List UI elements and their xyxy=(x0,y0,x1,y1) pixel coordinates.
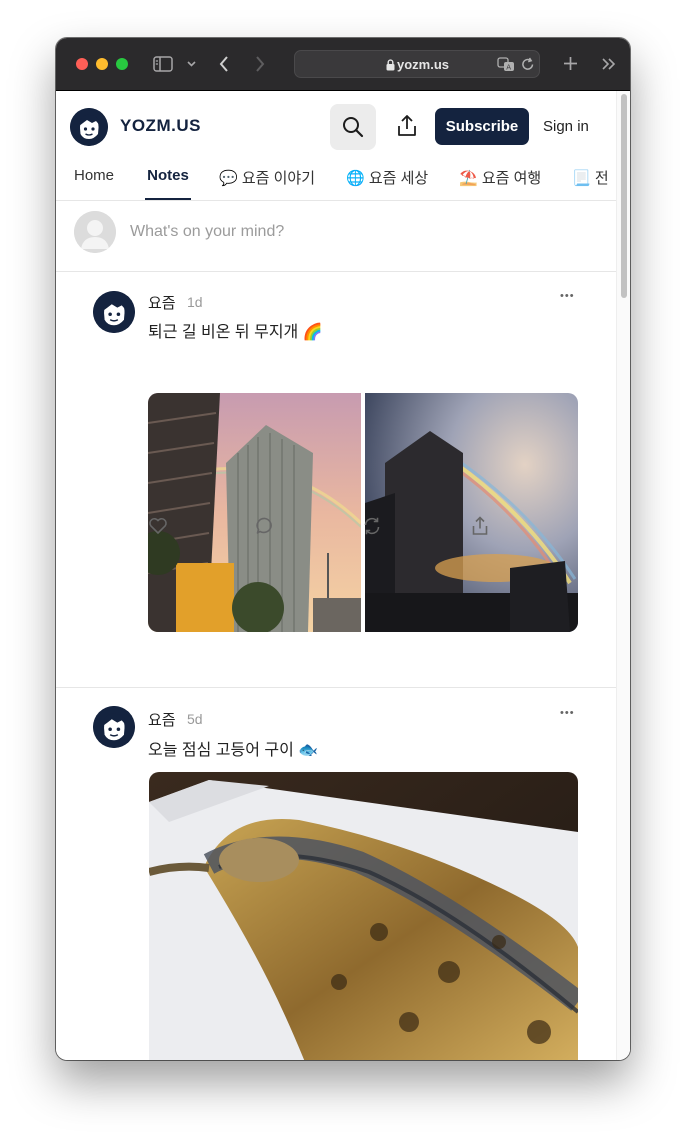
search-button[interactable] xyxy=(330,104,376,150)
note-image-grilled-mackerel[interactable] xyxy=(149,772,578,1060)
tab-notes[interactable]: Notes xyxy=(145,167,191,200)
author-avatar[interactable] xyxy=(93,706,135,748)
note-author[interactable]: 요즘 xyxy=(148,709,176,730)
new-tab-icon[interactable] xyxy=(563,56,578,71)
logo-avatar[interactable] xyxy=(70,108,108,146)
like-icon[interactable] xyxy=(148,516,168,536)
note-timestamp[interactable]: 5d xyxy=(187,711,203,727)
sidebar-icon[interactable] xyxy=(153,56,173,72)
close-window-button[interactable] xyxy=(76,58,88,70)
page-icon: 📃 xyxy=(572,170,591,187)
tab-yozm-world[interactable]: 🌐 요즘 세상 xyxy=(346,167,428,200)
tab-home[interactable]: Home xyxy=(74,167,114,200)
share-icon[interactable] xyxy=(470,516,490,536)
page-scrollbar[interactable] xyxy=(616,91,630,1060)
search-icon xyxy=(343,117,364,138)
browser-window: yozm.us A YOZM.US Subscribe Sign in Home… xyxy=(56,38,630,1060)
share-icon xyxy=(398,115,416,136)
speech-bubble-icon: 💬 xyxy=(219,170,238,187)
note-item: 요즘 1d ••• 퇴근 길 비온 뒤 무지개 🌈 xyxy=(56,272,616,669)
sign-in-link[interactable]: Sign in xyxy=(543,118,589,135)
tab-yozm-travel[interactable]: ⛱️ 요즘 여행 xyxy=(459,167,541,200)
site-logo-text[interactable]: YOZM.US xyxy=(120,116,201,136)
more-options-icon[interactable]: ••• xyxy=(560,290,575,302)
note-text: 퇴근 길 비온 뒤 무지개 🌈 xyxy=(148,324,323,341)
composer-input[interactable]: What's on your mind? xyxy=(130,223,284,241)
note-composer[interactable]: What's on your mind? xyxy=(56,201,616,272)
note-text: 오늘 점심 고등어 구이 🐟 xyxy=(148,742,319,759)
note-image-rainbow-sky[interactable] xyxy=(365,393,578,632)
share-button[interactable] xyxy=(387,104,427,150)
browser-toolbar: yozm.us A xyxy=(56,38,630,91)
web-page: YOZM.US Subscribe Sign in Home Notes 💬 요… xyxy=(56,91,630,1060)
section-tabs: Home Notes 💬 요즘 이야기 🌐 요즘 세상 ⛱️ 요즘 여행 📃 전 xyxy=(56,161,616,201)
svg-text:A: A xyxy=(506,64,511,72)
note-author[interactable]: 요즘 xyxy=(148,292,176,313)
tab-yozm-stories[interactable]: 💬 요즘 이야기 xyxy=(219,167,315,200)
translate-icon[interactable]: A xyxy=(497,57,515,72)
reload-icon[interactable] xyxy=(521,57,535,72)
note-item: 요즘 5d ••• 오늘 점심 고등어 구이 🐟 xyxy=(56,688,616,1060)
site-header: YOZM.US Subscribe Sign in xyxy=(56,91,616,161)
more-options-icon[interactable]: ••• xyxy=(560,707,575,719)
author-avatar[interactable] xyxy=(93,291,135,333)
forward-icon[interactable] xyxy=(255,56,265,72)
comment-icon[interactable] xyxy=(255,516,275,536)
tab-more-partial[interactable]: 📃 전 xyxy=(572,167,609,200)
beach-umbrella-icon: ⛱️ xyxy=(459,170,478,187)
restack-icon[interactable] xyxy=(362,516,382,536)
note-timestamp[interactable]: 1d xyxy=(187,294,203,310)
globe-icon: 🌐 xyxy=(346,170,365,187)
more-tabs-icon[interactable] xyxy=(602,58,616,70)
minimize-window-button[interactable] xyxy=(96,58,108,70)
address-bar[interactable]: yozm.us A xyxy=(294,50,540,78)
scrollbar-thumb[interactable] xyxy=(621,94,627,298)
note-image-rainbow-building[interactable] xyxy=(148,393,361,632)
subscribe-button[interactable]: Subscribe xyxy=(435,108,529,145)
back-icon[interactable] xyxy=(219,56,229,72)
user-avatar-placeholder xyxy=(74,211,116,253)
chevron-down-icon[interactable] xyxy=(187,61,196,67)
zoom-window-button[interactable] xyxy=(116,58,128,70)
